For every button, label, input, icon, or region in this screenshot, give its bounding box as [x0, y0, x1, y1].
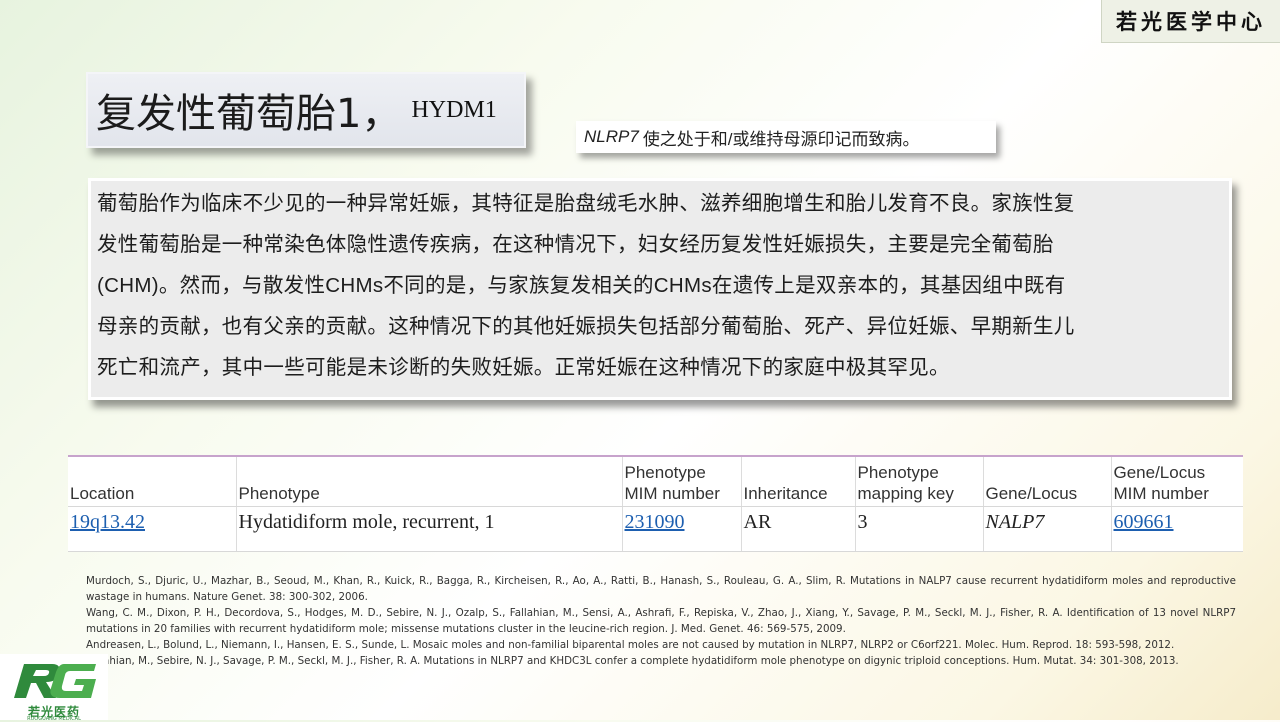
header-inheritance: Inheritance [740, 455, 855, 507]
reference-item: Fallahian, M., Sebire, N. J., Savage, P.… [86, 654, 1179, 667]
cell-gene-locus: NALP7 [982, 506, 1111, 552]
references: Murdoch, S., Djuric, U., Mazhar, B., Seo… [86, 574, 1236, 669]
table-header-row: Location Phenotype Phenotype MIM number I… [68, 455, 1243, 507]
subtitle-text: 使之处于和/或维持母源印记而致病。 [642, 129, 920, 149]
header-mapping-key: Phenotype mapping key [854, 455, 983, 507]
title-code: HYDM1 [411, 96, 497, 123]
paragraph-line: 死亡和流产，其中一些可能是未诊断的失败妊娠。正常妊娠在这种情况下的家庭中极其罕见… [97, 356, 950, 379]
slide-title: 复发性葡萄胎1， HYDM1 [86, 72, 526, 148]
company-logo: 若光医药 RUOGUANG MEDICAL [0, 654, 108, 722]
header-phenotype-mim: Phenotype MIM number [621, 455, 741, 507]
header-location: Location [68, 455, 236, 507]
paragraph-line: (CHM)。然而，与散发性CHMs不同的是，与家族复发相关的CHMs在遗传上是双… [97, 274, 1066, 297]
reference-item: Andreasen, L., Bolund, L., Niemann, I., … [86, 638, 1175, 651]
header-phenotype: Phenotype [235, 455, 622, 507]
cell-gene-mim: 609661 [1110, 506, 1243, 552]
header-gene-mim: Gene/Locus MIM number [1110, 455, 1243, 507]
cell-phenotype-mim: 231090 [621, 506, 741, 552]
cell-location: 19q13.42 [68, 506, 236, 552]
subtitle: NLRP7 使之处于和/或维持母源印记而致病。 [576, 121, 996, 153]
header-gene-locus: Gene/Locus [982, 455, 1111, 507]
phenotype-mim-link[interactable]: 231090 [625, 511, 685, 533]
logo-english-text: RUOGUANG MEDICAL [27, 716, 81, 722]
cell-mapping-key: 3 [854, 506, 983, 552]
cell-inheritance: AR [740, 506, 855, 552]
brand-header: 若光医学中心 [1101, 0, 1280, 43]
paragraph-line: 母亲的贡献，也有父亲的贡献。这种情况下的其他妊娠损失包括部分葡萄胎、死产、异位妊… [97, 315, 1075, 338]
cell-phenotype: Hydatidiform mole, recurrent, 1 [235, 506, 622, 552]
description-paragraph: 葡萄胎作为临床不少见的一种异常妊娠，其特征是胎盘绒毛水肿、滋养细胞增生和胎儿发育… [88, 178, 1232, 400]
paragraph-line: 发性葡萄胎是一种常染色体隐性遗传疾病，在这种情况下，妇女经历复发性妊娠损失，主要… [97, 233, 1054, 256]
title-main: 复发性葡萄胎1， [96, 91, 402, 137]
rg-logo-icon [4, 658, 104, 702]
subtitle-gene: NLRP7 [584, 127, 639, 146]
paragraph-line: 葡萄胎作为临床不少见的一种异常妊娠，其特征是胎盘绒毛水肿、滋养细胞增生和胎儿发育… [97, 192, 1075, 215]
gene-mim-link[interactable]: 609661 [1114, 511, 1174, 533]
reference-item: Murdoch, S., Djuric, U., Mazhar, B., Seo… [86, 575, 1236, 603]
omim-table: Location Phenotype Phenotype MIM number I… [68, 455, 1243, 552]
reference-item: Wang, C. M., Dixon, P. H., Decordova, S.… [86, 606, 1236, 635]
table-row: 19q13.42 Hydatidiform mole, recurrent, 1… [68, 506, 1243, 552]
location-link[interactable]: 19q13.42 [70, 511, 145, 533]
